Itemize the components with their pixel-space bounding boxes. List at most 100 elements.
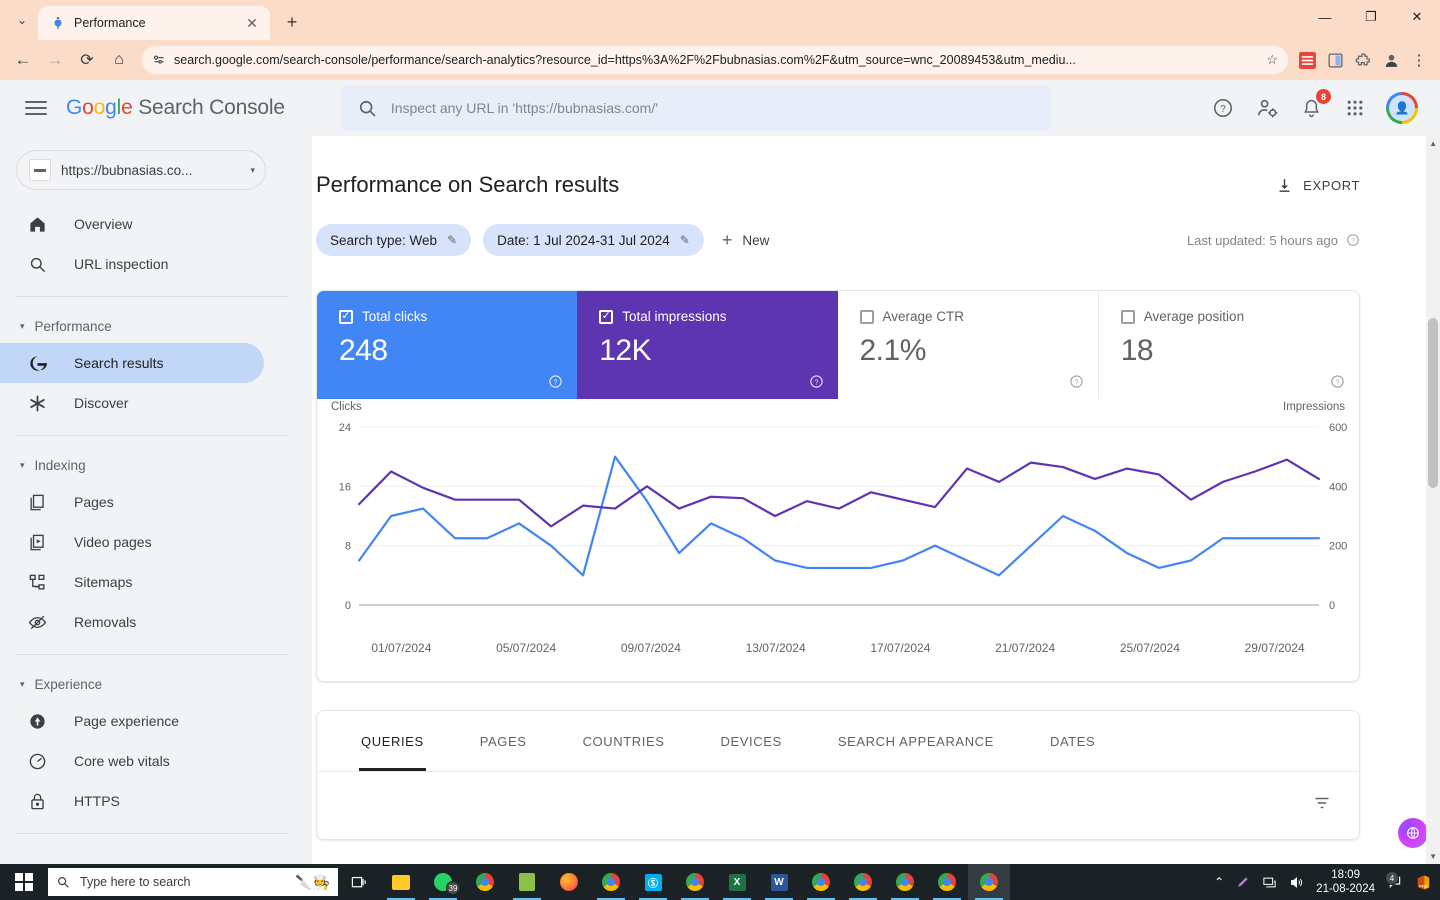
help-icon[interactable]: ? (1210, 95, 1236, 121)
hamburger-menu-icon[interactable] (16, 88, 56, 128)
new-tab-button[interactable]: + (278, 8, 306, 36)
metric-total-clicks[interactable]: Total clicks 248 ? (317, 291, 577, 399)
taskbar-clock[interactable]: 18:09 21-08-2024 (1316, 868, 1375, 897)
edit-pencil-icon[interactable]: ✎ (680, 233, 690, 247)
scroll-up-arrow-icon[interactable]: ▲ (1429, 139, 1437, 148)
taskbar-app-chrome-profile-7[interactable] (968, 864, 1010, 900)
taskbar-app-file-explorer[interactable] (380, 864, 422, 900)
home-button[interactable]: ⌂ (104, 45, 134, 75)
checkbox-total-clicks[interactable] (339, 310, 353, 324)
assistant-fab[interactable] (1398, 818, 1428, 848)
property-selector[interactable]: https://bubnasias.co... ▾ (16, 150, 266, 190)
avatar[interactable]: 👤 (1386, 92, 1418, 124)
notifications-icon[interactable]: 8 (1298, 95, 1324, 121)
sidebar-item-url-inspection[interactable]: URL inspection (0, 244, 264, 284)
account-settings-icon[interactable] (1254, 95, 1280, 121)
app-header: Google Search Console ? (0, 80, 1440, 136)
url-inspection-search[interactable] (341, 85, 1051, 131)
tab-search-button[interactable]: ⌄ (8, 6, 36, 34)
new-filter-button[interactable]: + New (716, 230, 770, 251)
taskbar-app-skype[interactable]: Ⓢ (632, 864, 674, 900)
taskbar-app-whatsapp[interactable]: 39 (422, 864, 464, 900)
office-icon[interactable]: PRE (1415, 874, 1432, 891)
sidebar-item-removals[interactable]: Removals (0, 602, 264, 642)
x-axis-tick-label: 09/07/2024 (589, 641, 714, 655)
tab-pages[interactable]: PAGES (452, 711, 555, 771)
browser-menu-icon[interactable]: ⋮ (1408, 49, 1430, 71)
help-icon[interactable]: ? (1330, 374, 1345, 389)
puzzle-extensions-icon[interactable] (1352, 49, 1374, 71)
sidebar-item-discover[interactable]: Discover (0, 383, 264, 423)
metric-average-position[interactable]: Average position 18 ? (1099, 291, 1359, 399)
task-view-icon[interactable] (338, 864, 380, 900)
taskbar-app-chrome-profile-4[interactable] (842, 864, 884, 900)
close-icon[interactable]: ✕ (242, 13, 262, 33)
network-icon[interactable] (1262, 875, 1277, 890)
apps-grid-icon[interactable] (1342, 95, 1368, 121)
sidebar-item-pages[interactable]: Pages (0, 482, 264, 522)
tab-devices[interactable]: DEVICES (693, 711, 810, 771)
tab-countries[interactable]: COUNTRIES (555, 711, 693, 771)
taskbar-app-chrome-profile-3[interactable] (800, 864, 842, 900)
tab-queries[interactable]: QUERIES (333, 711, 452, 771)
taskbar-app-word[interactable]: W (758, 864, 800, 900)
sidebar-item-search-results[interactable]: Search results (0, 343, 264, 383)
taskbar-app-chrome-profile-6[interactable] (926, 864, 968, 900)
start-button[interactable] (0, 864, 48, 900)
metric-total-impressions[interactable]: Total impressions 12K ? (577, 291, 837, 399)
scroll-down-arrow-icon[interactable]: ▼ (1429, 852, 1437, 861)
close-window-button[interactable]: ✕ (1394, 0, 1440, 34)
sidebar-group-indexing[interactable]: ▾ Indexing (0, 448, 312, 482)
help-icon[interactable]: ? (1069, 374, 1084, 389)
taskbar-app-notepad[interactable] (506, 864, 548, 900)
search-input[interactable] (391, 100, 1035, 116)
help-icon[interactable]: ? (548, 374, 563, 389)
browser-tab[interactable]: Performance ✕ (38, 6, 270, 40)
search-type-chip[interactable]: Search type: Web ✎ (316, 224, 471, 256)
export-button[interactable]: EXPORT (1276, 177, 1360, 194)
minimize-button[interactable]: — (1302, 0, 1348, 34)
show-hidden-icons-chevron[interactable]: ⌃ (1214, 875, 1224, 889)
sidebar-item-core-web-vitals[interactable]: Core web vitals (0, 741, 264, 781)
checkbox-average-ctr[interactable] (860, 310, 874, 324)
pen-icon[interactable] (1236, 875, 1250, 889)
sidebar-item-https[interactable]: HTTPS (0, 781, 264, 821)
reload-button[interactable]: ⟳ (72, 45, 102, 75)
tab-search-appearance[interactable]: SEARCH APPEARANCE (810, 711, 1022, 771)
profile-extension-icon[interactable] (1380, 49, 1402, 71)
filter-icon[interactable] (1313, 794, 1331, 812)
taskbar-app-chrome[interactable] (464, 864, 506, 900)
site-settings-icon[interactable] (152, 53, 166, 67)
taskbar-app-chrome-profile-2[interactable] (674, 864, 716, 900)
scrollbar-thumb[interactable] (1428, 318, 1438, 488)
sidebar-group-experience[interactable]: ▾ Experience (0, 667, 312, 701)
action-center-icon[interactable]: 4 (1387, 874, 1403, 890)
maximize-button[interactable]: ❐ (1348, 0, 1394, 34)
sidebar-item-overview[interactable]: Overview (0, 204, 264, 244)
back-button[interactable]: ← (8, 45, 38, 75)
taskbar-app-excel[interactable]: X (716, 864, 758, 900)
sidebar-item-page-experience[interactable]: Page experience (0, 701, 264, 741)
metric-average-ctr[interactable]: Average CTR 2.1% ? (838, 291, 1099, 399)
address-bar[interactable]: search.google.com/search-console/perform… (142, 46, 1288, 74)
taskbar-app-chrome-profile-5[interactable] (884, 864, 926, 900)
bookmark-manager-extension-icon[interactable] (1296, 49, 1318, 71)
taskbar-app-chrome-profile-1[interactable] (590, 864, 632, 900)
tab-dates[interactable]: DATES (1022, 711, 1123, 771)
sidebar-item-sitemaps[interactable]: Sitemaps (0, 562, 264, 602)
edit-pencil-icon[interactable]: ✎ (447, 233, 457, 247)
help-icon[interactable]: ? (809, 374, 824, 389)
sidebar-group-label: Indexing (35, 458, 86, 473)
bookmark-star-icon[interactable]: ☆ (1266, 52, 1278, 68)
checkbox-average-position[interactable] (1121, 310, 1135, 324)
sidebar-group-performance[interactable]: ▾ Performance (0, 309, 312, 343)
forward-button[interactable]: → (40, 45, 70, 75)
taskbar-search[interactable]: Type here to search 🔪🧑‍🍳 (48, 868, 338, 896)
date-range-chip[interactable]: Date: 1 Jul 2024-31 Jul 2024 ✎ (483, 224, 704, 256)
sidebar-item-video-pages[interactable]: Video pages (0, 522, 264, 562)
reading-list-extension-icon[interactable] (1324, 49, 1346, 71)
page-scrollbar[interactable]: ▲ ▼ (1426, 136, 1440, 864)
taskbar-app-firefox[interactable] (548, 864, 590, 900)
checkbox-total-impressions[interactable] (599, 310, 613, 324)
volume-icon[interactable] (1289, 875, 1304, 890)
